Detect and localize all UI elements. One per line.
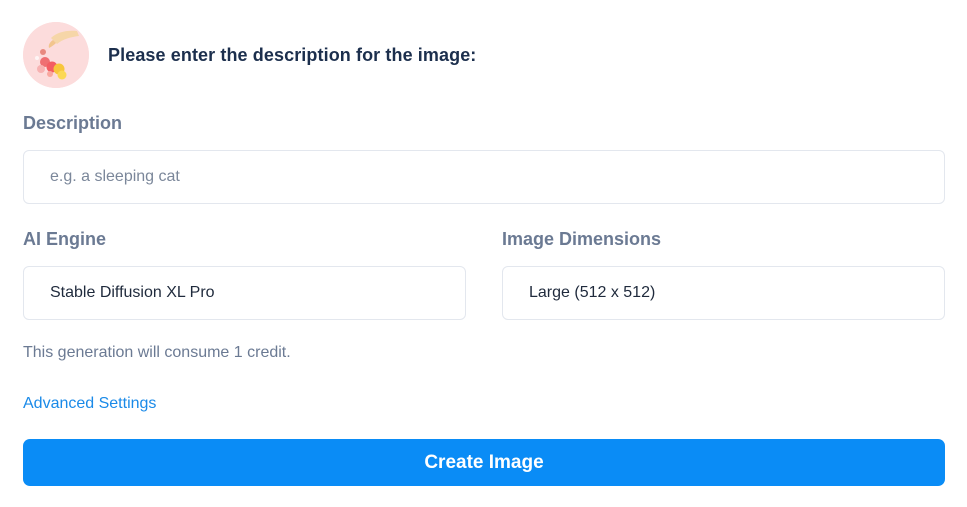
image-generator-form: Please enter the description for the ima… <box>0 0 967 507</box>
page-title: Please enter the description for the ima… <box>108 44 477 65</box>
credit-note: This generation will consume 1 credit. <box>23 344 291 361</box>
form-header: Please enter the description for the ima… <box>23 22 476 88</box>
description-input[interactable] <box>23 150 945 204</box>
ai-engine-selected-value: Stable Diffusion XL Pro <box>50 284 215 301</box>
image-dimensions-selected-value: Large (512 x 512) <box>529 284 656 301</box>
candy-illustration-icon <box>23 22 89 88</box>
image-dimensions-label: Image Dimensions <box>502 229 662 249</box>
image-dimensions-select[interactable]: Large (512 x 512) <box>502 266 945 320</box>
create-image-button[interactable]: Create Image <box>23 439 945 486</box>
ai-engine-select[interactable]: Stable Diffusion XL Pro <box>23 266 466 320</box>
advanced-settings-link[interactable]: Advanced Settings <box>23 395 156 413</box>
ai-engine-label: AI Engine <box>23 229 107 249</box>
description-label: Description <box>23 113 123 133</box>
